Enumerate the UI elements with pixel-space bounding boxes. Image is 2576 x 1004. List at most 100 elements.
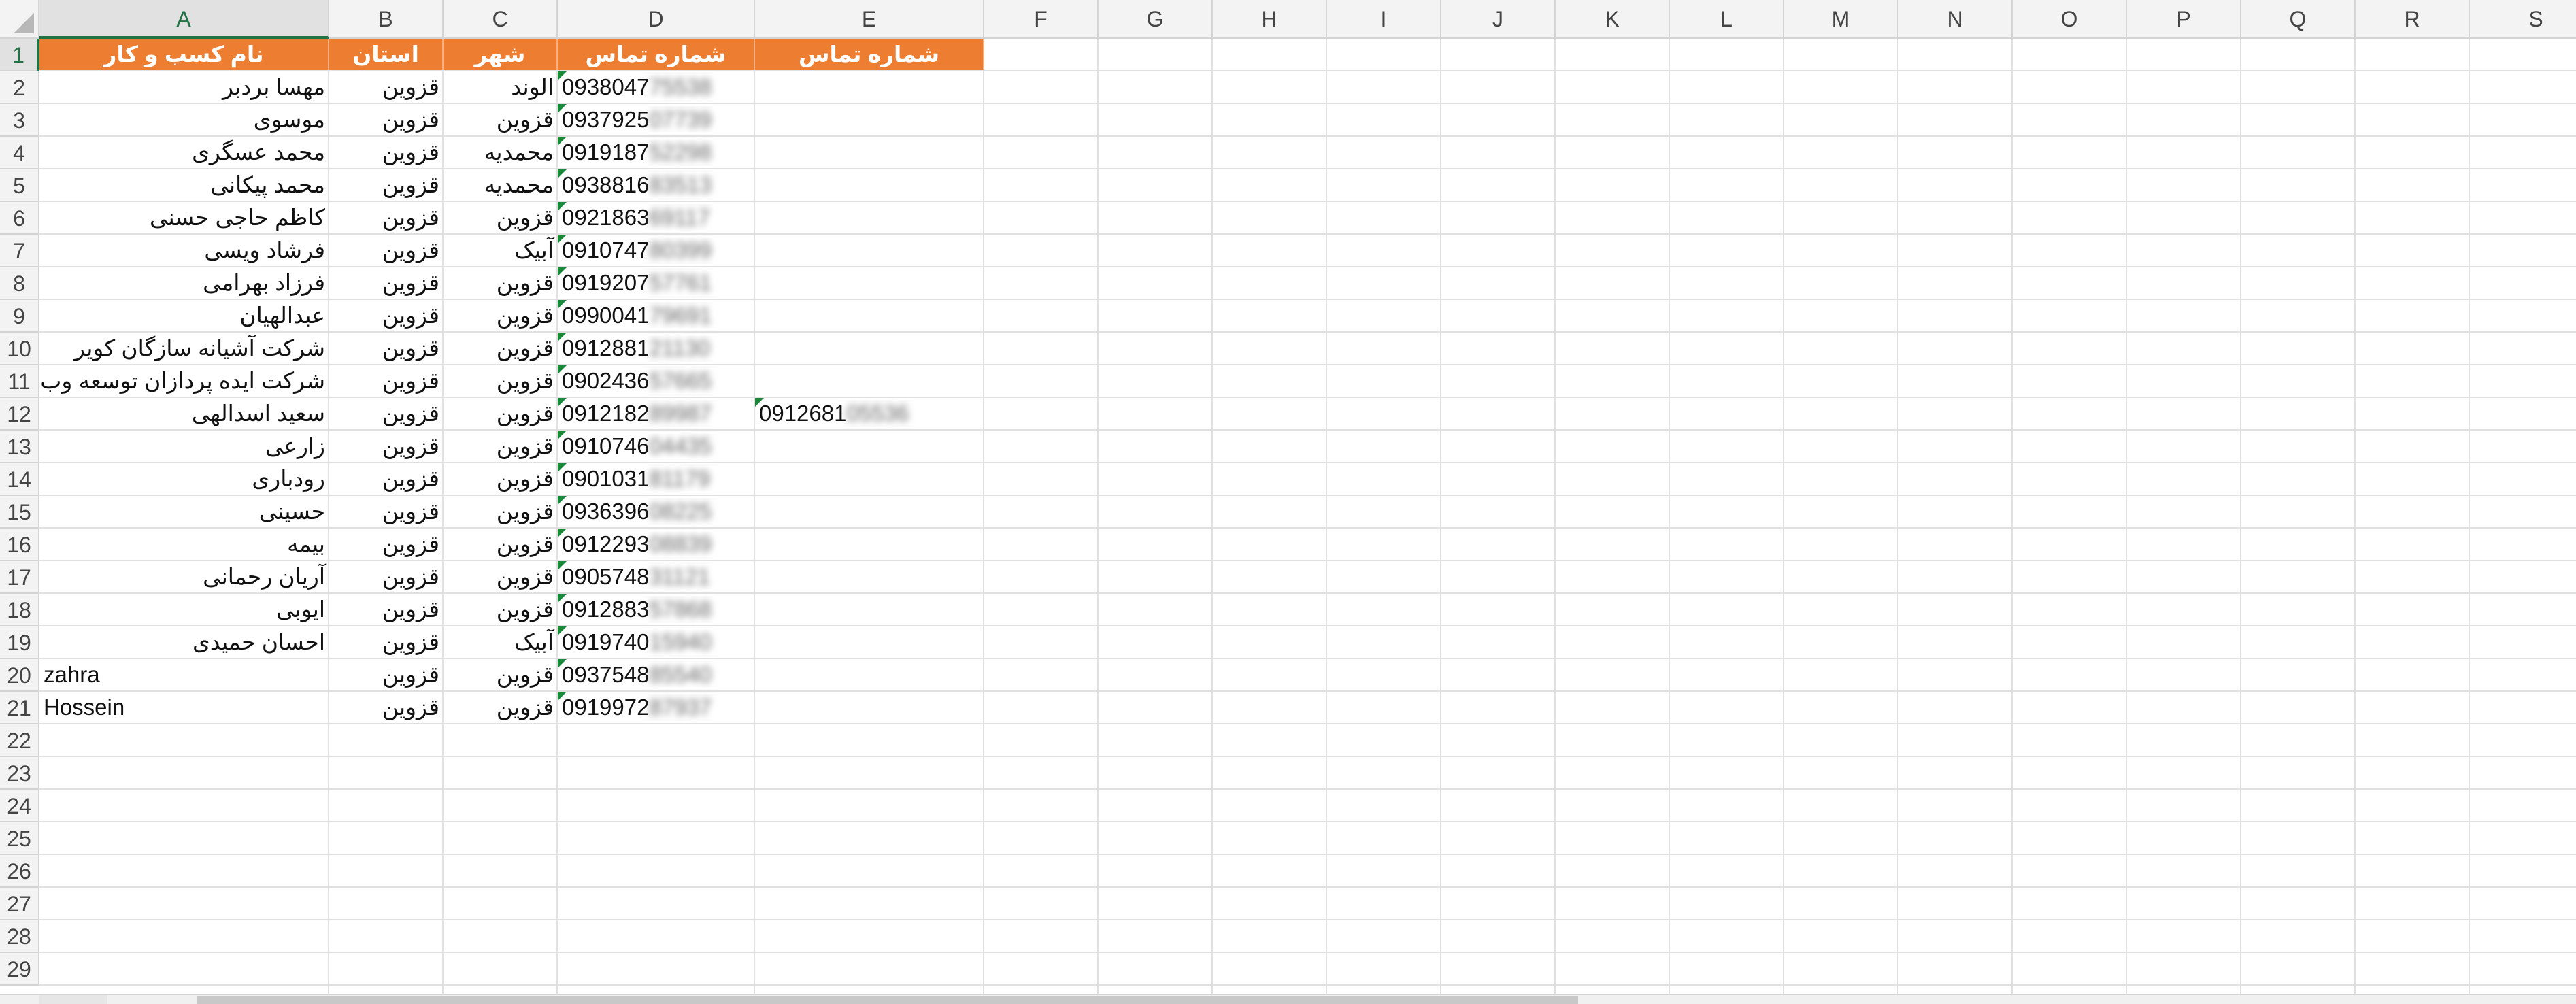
cell-business-name[interactable]: مهسا بردبر	[39, 71, 329, 103]
header-cell-city[interactable]: شهر	[444, 39, 558, 70]
cell-city[interactable]: قزوین	[444, 267, 558, 299]
column-header-r[interactable]: R	[2356, 0, 2470, 39]
column-header-c[interactable]: C	[444, 0, 558, 39]
cell-province[interactable]: قزوین	[329, 333, 444, 364]
cell-business-name[interactable]: حسینی	[39, 496, 329, 527]
cell-province[interactable]: قزوین	[329, 267, 444, 299]
row-header-13[interactable]: 13	[0, 431, 39, 463]
row-header-27[interactable]: 27	[0, 888, 39, 920]
column-header-h[interactable]: H	[1213, 0, 1327, 39]
cell-business-name[interactable]: عبدالهیان	[39, 300, 329, 331]
cell-province[interactable]: قزوین	[329, 104, 444, 135]
cell-city[interactable]: قزوین	[444, 202, 558, 233]
column-header-e[interactable]: E	[755, 0, 984, 39]
row-header-4[interactable]: 4	[0, 137, 39, 169]
cell-city[interactable]: قزوین	[444, 463, 558, 495]
cell-business-name[interactable]: فرشاد ویسی	[39, 235, 329, 266]
cell-business-name[interactable]: Hossein	[39, 692, 329, 723]
column-header-d[interactable]: D	[558, 0, 755, 39]
cell-province[interactable]: قزوین	[329, 626, 444, 658]
cell-business-name[interactable]: zahra	[39, 659, 329, 690]
cell-city[interactable]: قزوین	[444, 365, 558, 397]
cell-province[interactable]: قزوین	[329, 137, 444, 168]
cell-city[interactable]: قزوین	[444, 431, 558, 462]
cell-city[interactable]: قزوین	[444, 594, 558, 625]
row-header-23[interactable]: 23	[0, 757, 39, 790]
column-header-p[interactable]: P	[2127, 0, 2241, 39]
row-header-25[interactable]: 25	[0, 822, 39, 855]
select-all-button[interactable]	[0, 0, 39, 39]
cell-province[interactable]: قزوین	[329, 496, 444, 527]
cell-contact-number[interactable]: 092186369117	[558, 202, 755, 233]
row-header-20[interactable]: 20	[0, 659, 39, 692]
column-header-s[interactable]: S	[2470, 0, 2576, 39]
column-header-g[interactable]: G	[1099, 0, 1213, 39]
cell-province[interactable]: قزوین	[329, 463, 444, 495]
row-header-6[interactable]: 6	[0, 202, 39, 235]
horizontal-scroll-thumb[interactable]	[197, 996, 1578, 1004]
column-header-f[interactable]: F	[984, 0, 1099, 39]
column-header-m[interactable]: M	[1784, 0, 1898, 39]
cell-contact-number[interactable]: 091074604435	[558, 431, 755, 462]
cell-city[interactable]: الوند	[444, 71, 558, 103]
cell-business-name[interactable]: شرکت آشیانه سازگان کویر	[39, 333, 329, 364]
column-header-q[interactable]: Q	[2241, 0, 2356, 39]
cell-contact-number[interactable]: 091920757761	[558, 267, 755, 299]
cell-city[interactable]: قزوین	[444, 398, 558, 429]
cell-business-name[interactable]: زارعی	[39, 431, 329, 462]
cell-city[interactable]: محمدیه	[444, 137, 558, 168]
cell-city[interactable]: قزوین	[444, 496, 558, 527]
cell-contact-number[interactable]: 093754885540	[558, 659, 755, 690]
cell-province[interactable]: قزوین	[329, 169, 444, 201]
cell-contact-number[interactable]: 091918752298	[558, 137, 755, 168]
column-header-j[interactable]: J	[1441, 0, 1556, 39]
row-header-2[interactable]: 2	[0, 71, 39, 104]
row-header-16[interactable]: 16	[0, 529, 39, 561]
cell-contact-number[interactable]: 090243657665	[558, 365, 755, 397]
row-header-10[interactable]: 10	[0, 333, 39, 365]
cell-contact-number[interactable]: 093792507739	[558, 104, 755, 135]
cell-contact-number[interactable]: 090103181179	[558, 463, 755, 495]
cell-city[interactable]: قزوین	[444, 300, 558, 331]
cell-business-name[interactable]: سعید اسدالهی	[39, 398, 329, 429]
column-header-b[interactable]: B	[329, 0, 444, 39]
row-header-8[interactable]: 8	[0, 267, 39, 300]
row-header-19[interactable]: 19	[0, 626, 39, 659]
cell-city[interactable]: قزوین	[444, 529, 558, 560]
cell-city[interactable]: قزوین	[444, 104, 558, 135]
row-header-22[interactable]: 22	[0, 724, 39, 757]
row-header-1[interactable]: 1	[0, 39, 39, 71]
cell-province[interactable]: قزوین	[329, 431, 444, 462]
column-header-l[interactable]: L	[1670, 0, 1784, 39]
row-header-11[interactable]: 11	[0, 365, 39, 398]
cell-contact-number[interactable]: 091974015940	[558, 626, 755, 658]
cell-province[interactable]: قزوین	[329, 561, 444, 592]
header-cell-contact-number[interactable]: شماره تماس	[558, 39, 755, 70]
cell-business-name[interactable]: شرکت ایده پردازان توسعه وب	[39, 365, 329, 397]
cell-province[interactable]: قزوین	[329, 71, 444, 103]
cell-contact-number-2[interactable]: 091268105536	[755, 398, 984, 429]
cell-contact-number[interactable]: 091288121130	[558, 333, 755, 364]
column-header-i[interactable]: I	[1327, 0, 1441, 39]
cell-province[interactable]: قزوین	[329, 692, 444, 723]
cell-contact-number[interactable]: 091288357868	[558, 594, 755, 625]
cell-contact-number[interactable]: 099004179691	[558, 300, 755, 331]
cell-city[interactable]: قزوین	[444, 692, 558, 723]
cell-city[interactable]: آبیک	[444, 626, 558, 658]
cell-province[interactable]: قزوین	[329, 659, 444, 690]
row-header-29[interactable]: 29	[0, 953, 39, 986]
sheet-tab-area[interactable]	[39, 995, 107, 1004]
cell-province[interactable]: قزوین	[329, 365, 444, 397]
column-header-n[interactable]: N	[1898, 0, 2013, 39]
cell-contact-number[interactable]: 091997287937	[558, 692, 755, 723]
spreadsheet-grid[interactable]: ABCDEFGHIJKLMNOPQRS 1 2 3 4 5 6 7 8 9 10 11 12 13 14 1…	[0, 0, 2576, 1004]
cell-city[interactable]: قزوین	[444, 333, 558, 364]
row-header-14[interactable]: 14	[0, 463, 39, 496]
row-header-7[interactable]: 7	[0, 235, 39, 267]
cell-city[interactable]: آبیک	[444, 235, 558, 266]
cell-business-name[interactable]: رودباری	[39, 463, 329, 495]
cell-province[interactable]: قزوین	[329, 529, 444, 560]
cell-city[interactable]: قزوین	[444, 561, 558, 592]
cell-contact-number[interactable]: 093881683513	[558, 169, 755, 201]
row-header-21[interactable]: 21	[0, 692, 39, 724]
